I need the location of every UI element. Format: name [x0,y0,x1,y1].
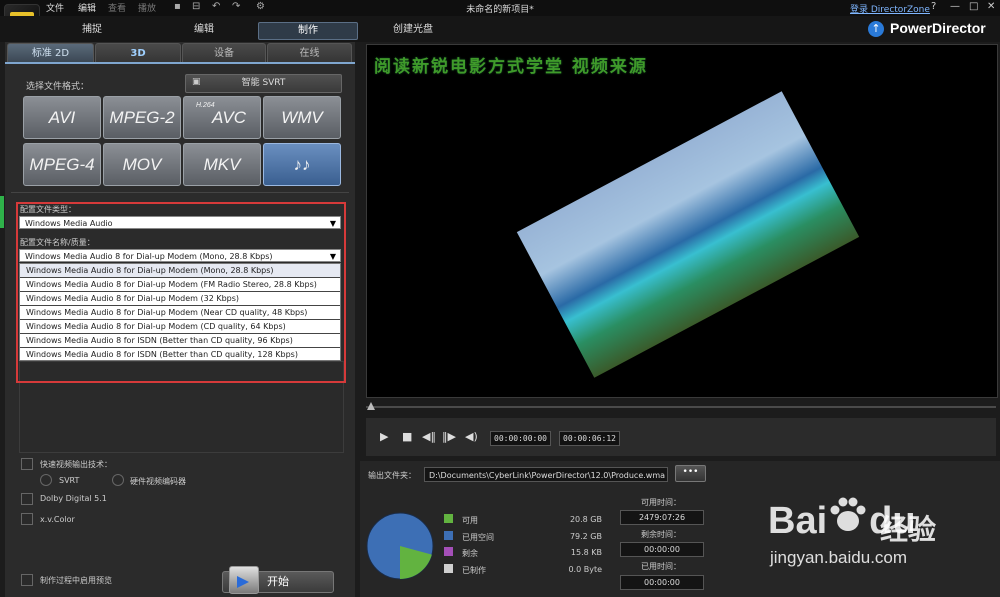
format-audio-button[interactable]: ♪♪ [263,143,341,186]
legend-remaining-value: 15.8 KB [570,548,602,557]
format-wmv-button[interactable]: WMV [263,96,341,139]
format-mpeg4-button[interactable]: MPEG-4 [23,143,101,186]
used-time-value: 00:00:00 [620,575,704,590]
format-label: 选择文件格式： [26,82,90,92]
subtab-device[interactable]: 设备 [182,43,266,63]
play-icon[interactable]: ▶ [380,430,388,443]
maximize-button[interactable]: □ [969,1,978,12]
svrt-radio[interactable] [40,474,52,486]
tab-produce[interactable]: 制作 [258,22,358,40]
preview-during-checkbox[interactable] [21,574,33,586]
minimize-button[interactable]: — [950,1,960,12]
baidu-paw-icon [830,497,866,531]
brand-name: PowerDirector [890,20,986,36]
format-avi-button[interactable]: AVI [23,96,101,139]
legend-produced-value: 0.0 Byte [568,565,602,574]
highlight-annotation [16,202,346,383]
close-button[interactable]: ✕ [987,1,995,12]
scrubber-handle[interactable] [367,402,375,410]
output-folder-path[interactable]: D:\Documents\CyberLink\PowerDirector\12.… [424,467,668,482]
dolby-label: Dolby Digital 5.1 [40,494,107,503]
output-folder-label: 输出文件夹： [368,471,416,480]
prev-frame-icon[interactable]: ◀‖ [422,430,436,443]
format-avc-button[interactable]: H.264 AVC [183,96,261,139]
watermark-url: jingyan.baidu.com [770,548,908,567]
stop-icon[interactable]: ■ [402,430,412,443]
dolby-checkbox[interactable] [21,493,33,505]
format-mpeg2-button[interactable]: MPEG-2 [103,96,181,139]
remaining-time-value: 00:00:00 [620,542,704,557]
avc-h264-label: H.264 [196,102,215,109]
remaining-time-label: 剩余时间： [641,530,681,539]
playback-controls [366,418,996,456]
menu-edit[interactable]: 编辑 [78,1,96,14]
hw-encoder-radio[interactable] [112,474,124,486]
volume-icon[interactable]: ◀) [465,430,478,443]
total-timecode: 00:00:06:12 [559,431,620,446]
timeline-scrubber[interactable] [366,406,996,408]
format-mov-button[interactable]: MOV [103,143,181,186]
legend-available-label: 可用 [462,516,478,525]
tab-underline [5,62,355,64]
undo-icon[interactable]: ↶ [212,1,220,12]
divider [11,192,349,193]
hw-encoder-label: 硬件视频编码器 [130,477,186,486]
settings-gear-icon[interactable]: ⚙ [256,1,265,12]
login-directorzone-link[interactable]: 登录 DirectorZone [850,2,930,15]
save-icon[interactable]: ▪ [174,1,181,12]
music-notes-icon: ♪♪ [293,155,311,174]
fast-video-label: 快速视频输出技术： [40,460,112,469]
subtab-online[interactable]: 在线 [267,43,352,63]
menu-file[interactable]: 文件 [46,1,64,14]
legend-used-value: 79.2 GB [569,532,602,541]
next-frame-icon[interactable]: ‖▶ [442,430,456,443]
svrt-radio-label: SVRT [59,476,80,485]
browse-button[interactable]: ••• [675,465,706,482]
xvcolor-label: x.v.Color [40,515,75,524]
available-time-label: 可用时间： [641,498,681,507]
available-time-value: 2479:07:26 [620,510,704,525]
menu-play[interactable]: 播放 [138,1,156,14]
redo-icon[interactable]: ↷ [232,1,240,12]
legend-used-label: 已用空间 [462,533,494,542]
used-time-label: 已用时间： [641,562,681,571]
legend-available-swatch [444,514,453,523]
legend-produced-label: 已制作 [462,566,486,575]
tab-edit[interactable]: 编辑 [174,22,234,38]
tab-capture[interactable]: 捕捉 [62,22,122,38]
preview-during-label: 制作过程中启用预览 [40,576,112,585]
powerdirector-logo-icon: ↑ [868,21,884,37]
window-title: 未命名的新项目* [466,5,534,15]
active-indicator [0,196,4,228]
help-button[interactable]: ? [931,1,936,12]
xvcolor-checkbox[interactable] [21,513,33,525]
legend-available-value: 20.8 GB [569,515,602,524]
legend-remaining-swatch [444,547,453,556]
subtab-standard-2d[interactable]: 标准 2D [7,43,94,63]
watermark-jingyan: 经验 [880,513,937,546]
legend-used-swatch [444,531,453,540]
clapper-play-icon [229,566,259,594]
mode-bar [0,16,1000,42]
split-icon[interactable]: ⊟ [192,1,200,12]
format-mkv-button[interactable]: MKV [183,143,261,186]
current-timecode: 00:00:00:00 [490,431,551,446]
disk-usage-pie [366,512,434,580]
legend-produced-swatch [444,564,453,573]
subtab-3d[interactable]: 3D [95,43,181,63]
tab-create-disc[interactable]: 创建光盘 [378,22,448,38]
legend-remaining-label: 剩余 [462,549,478,558]
preview-overlay-text: 阅读新锐电影方式学堂 视频来源 [374,57,648,77]
fast-video-checkbox[interactable] [21,458,33,470]
menu-view[interactable]: 查看 [108,1,126,14]
